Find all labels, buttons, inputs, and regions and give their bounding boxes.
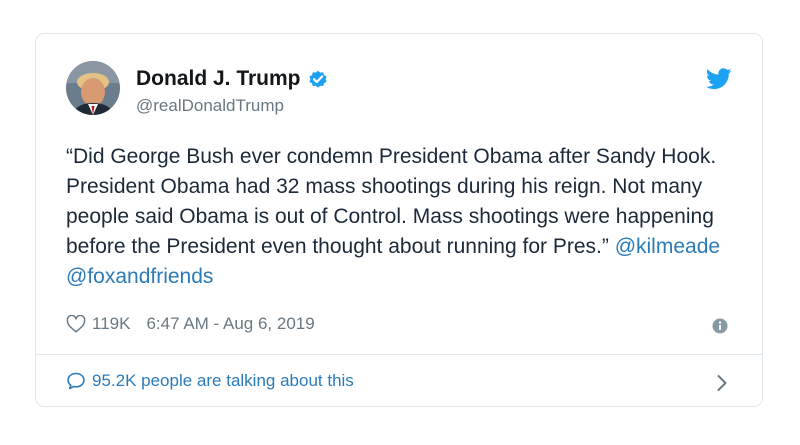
heart-icon[interactable] — [66, 315, 86, 333]
like-count[interactable]: 119K — [92, 314, 130, 334]
conversation-link[interactable]: 95.2K people are talking about this — [66, 371, 354, 391]
info-icon[interactable] — [712, 318, 728, 334]
mention-link[interactable]: @kilmeade — [615, 235, 720, 258]
tweet-card: Donald J. Trump @realDonaldTrump “Did Ge… — [35, 33, 763, 407]
chevron-right-icon[interactable] — [716, 374, 728, 392]
avatar[interactable] — [66, 61, 120, 115]
author-name-row[interactable]: Donald J. Trump — [136, 67, 328, 91]
talking-about-text[interactable]: 95.2K people are talking about this — [92, 371, 354, 391]
twitter-bird-icon[interactable] — [706, 68, 732, 90]
author-handle[interactable]: @realDonaldTrump — [136, 96, 284, 116]
tweet-body: “Did George Bush ever condemn President … — [66, 142, 746, 292]
verified-badge-icon — [308, 70, 327, 88]
speech-bubble-icon — [67, 372, 85, 390]
tweet-timestamp[interactable]: 6:47 AM - Aug 6, 2019 — [146, 314, 314, 334]
divider — [36, 354, 762, 355]
mention-link[interactable]: @foxandfriends — [66, 265, 213, 288]
author-name[interactable]: Donald J. Trump — [136, 67, 301, 91]
tweet-meta: 119K 6:47 AM - Aug 6, 2019 — [66, 314, 315, 334]
